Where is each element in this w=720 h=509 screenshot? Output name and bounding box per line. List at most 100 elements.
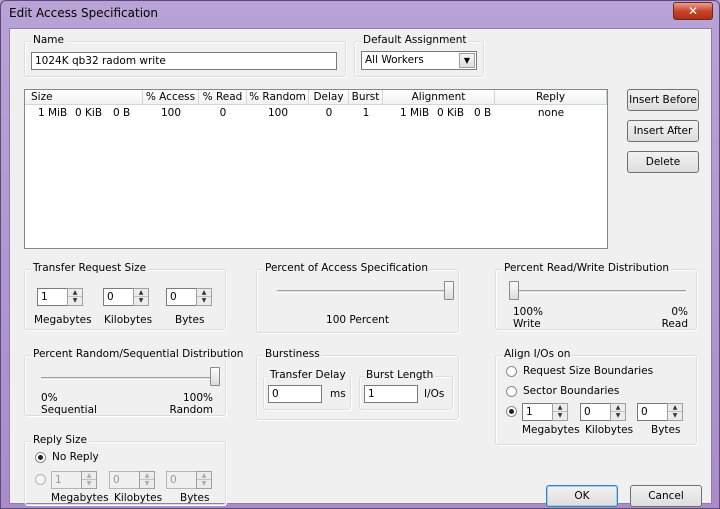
burst-length-group: Burst Length 1 I/Os	[359, 369, 453, 410]
random-seq-track[interactable]	[41, 377, 215, 380]
spin-down-icon[interactable]: ▼	[611, 412, 625, 420]
random-pct-label: 100%	[182, 392, 213, 404]
cell-size-kib: 0 KiB	[75, 107, 103, 119]
cell-burst: 1	[362, 107, 370, 119]
title-bar[interactable]: Edit Access Specification ✕	[1, 1, 719, 26]
percent-access-group: Percent of Access Specification 100 Perc…	[256, 262, 459, 333]
ok-button[interactable]: OK	[546, 485, 618, 507]
transfer-size-group: Transfer Request Size 1 ▲ ▼ 0 ▲ ▼ 0 ▲ ▼ Meg…	[24, 262, 226, 330]
default-assignment-value: All Workers	[365, 54, 424, 66]
align-custom-radio[interactable]	[506, 406, 517, 417]
cell-read: 0	[219, 107, 227, 119]
col-random[interactable]: % Random	[247, 90, 309, 105]
sequential-label: Sequential	[41, 404, 97, 416]
close-button[interactable]: ✕	[673, 2, 713, 20]
default-assignment-select[interactable]: All Workers ▼	[361, 51, 477, 70]
transfer-delay-input[interactable]: 0	[268, 385, 322, 403]
align-bytes-arrows[interactable]: ▲ ▼	[667, 403, 683, 421]
spin-down-icon[interactable]: ▼	[134, 297, 148, 305]
write-label: Write	[513, 318, 541, 330]
burst-length-input[interactable]: 1	[364, 385, 418, 403]
read-write-group: Percent Read/Write Distribution 100% Wri…	[495, 262, 697, 330]
align-kilobytes-arrows[interactable]: ▲ ▼	[610, 403, 626, 421]
read-write-track[interactable]	[514, 290, 686, 293]
insert-before-button[interactable]: Insert Before	[627, 89, 699, 111]
cell-random: 100	[267, 107, 289, 119]
burstiness-group: Burstiness Transfer Delay 0 ms Burst Len…	[256, 348, 459, 420]
spin-down-icon[interactable]: ▼	[140, 480, 154, 488]
transfer-delay-legend: Transfer Delay	[268, 369, 348, 381]
percent-access-slider[interactable]	[444, 281, 454, 300]
spin-up-icon[interactable]: ▲	[68, 289, 82, 297]
reply-kilobytes-arrows[interactable]: ▲ ▼	[139, 471, 155, 489]
transfer-megabytes-arrows[interactable]: ▲ ▼	[67, 288, 83, 306]
spin-up-icon[interactable]: ▲	[553, 404, 567, 412]
spin-down-icon[interactable]: ▼	[668, 412, 682, 420]
reply-bytes-arrows[interactable]: ▲ ▼	[196, 471, 212, 489]
align-request-size-label[interactable]: Request Size Boundaries	[523, 365, 653, 377]
col-read[interactable]: % Read	[199, 90, 247, 105]
spin-down-icon[interactable]: ▼	[553, 412, 567, 420]
col-size[interactable]: Size	[25, 90, 143, 105]
cell-align-b: 0 B	[474, 107, 492, 119]
random-seq-slider[interactable]	[210, 367, 220, 386]
transfer-bytes-arrows[interactable]: ▲ ▼	[196, 288, 212, 306]
transfer-megabytes-label: Megabytes	[34, 314, 92, 326]
spin-up-icon[interactable]: ▲	[82, 472, 96, 480]
transfer-bytes-label: Bytes	[175, 314, 205, 326]
burst-length-unit: I/Os	[424, 388, 445, 400]
sequential-pct-label: 0%	[41, 392, 58, 404]
percent-access-track[interactable]	[277, 290, 449, 293]
name-group: Name 1024K qb32 radom write	[24, 34, 346, 77]
transfer-kilobytes-label: Kilobytes	[104, 314, 153, 326]
transfer-delay-group: Transfer Delay 0 ms	[263, 369, 351, 410]
cell-size-b: 0 B	[113, 107, 131, 119]
insert-after-button[interactable]: Insert After	[627, 120, 699, 142]
align-sector-label[interactable]: Sector Boundaries	[523, 385, 619, 397]
col-access[interactable]: % Access	[143, 90, 199, 105]
align-request-size-radio[interactable]	[506, 366, 517, 377]
read-write-slider[interactable]	[509, 281, 519, 300]
col-reply[interactable]: Reply	[495, 90, 607, 105]
read-label: Read	[661, 318, 688, 330]
list-header: Size % Access % Read % Random Delay Burs…	[25, 90, 607, 105]
chevron-down-icon[interactable]: ▼	[459, 53, 475, 68]
align-bytes-label: Bytes	[651, 424, 681, 436]
spin-down-icon[interactable]: ▼	[197, 297, 211, 305]
name-input[interactable]: 1024K qb32 radom write	[31, 52, 337, 70]
col-alignment[interactable]: Alignment	[383, 90, 495, 105]
cell-reply: none	[537, 107, 565, 119]
reply-custom-radio[interactable]	[35, 474, 46, 485]
percent-access-legend: Percent of Access Specification	[263, 262, 431, 274]
cell-access: 100	[160, 107, 182, 119]
access-spec-list[interactable]: Size % Access % Read % Random Delay Burs…	[24, 89, 608, 249]
spin-up-icon[interactable]: ▲	[197, 472, 211, 480]
col-burst[interactable]: Burst	[349, 90, 383, 105]
close-icon: ✕	[687, 4, 699, 18]
spin-down-icon[interactable]: ▼	[197, 480, 211, 488]
cell-delay: 0	[325, 107, 333, 119]
spin-up-icon[interactable]: ▲	[611, 404, 625, 412]
no-reply-label[interactable]: No Reply	[52, 451, 99, 463]
cancel-button[interactable]: Cancel	[630, 485, 702, 507]
reply-size-legend: Reply Size	[31, 434, 89, 446]
transfer-kilobytes-arrows[interactable]: ▲ ▼	[133, 288, 149, 306]
align-sector-radio[interactable]	[506, 386, 517, 397]
spin-up-icon[interactable]: ▲	[668, 404, 682, 412]
random-label: Random	[169, 404, 213, 416]
align-kilobytes-label: Kilobytes	[585, 424, 634, 436]
align-megabytes-arrows[interactable]: ▲ ▼	[552, 403, 568, 421]
no-reply-radio[interactable]	[35, 452, 46, 463]
spin-down-icon[interactable]: ▼	[82, 480, 96, 488]
random-seq-group: Percent Random/Sequential Distribution 0…	[24, 348, 246, 416]
reply-megabytes-arrows[interactable]: ▲ ▼	[81, 471, 97, 489]
spin-down-icon[interactable]: ▼	[68, 297, 82, 305]
name-legend: Name	[31, 34, 66, 46]
window-title: Edit Access Specification	[9, 6, 158, 20]
spin-up-icon[interactable]: ▲	[140, 472, 154, 480]
spin-up-icon[interactable]: ▲	[134, 289, 148, 297]
col-delay[interactable]: Delay	[309, 90, 349, 105]
spin-up-icon[interactable]: ▲	[197, 289, 211, 297]
delete-button[interactable]: Delete	[627, 151, 699, 173]
default-assignment-legend: Default Assignment	[361, 34, 469, 46]
